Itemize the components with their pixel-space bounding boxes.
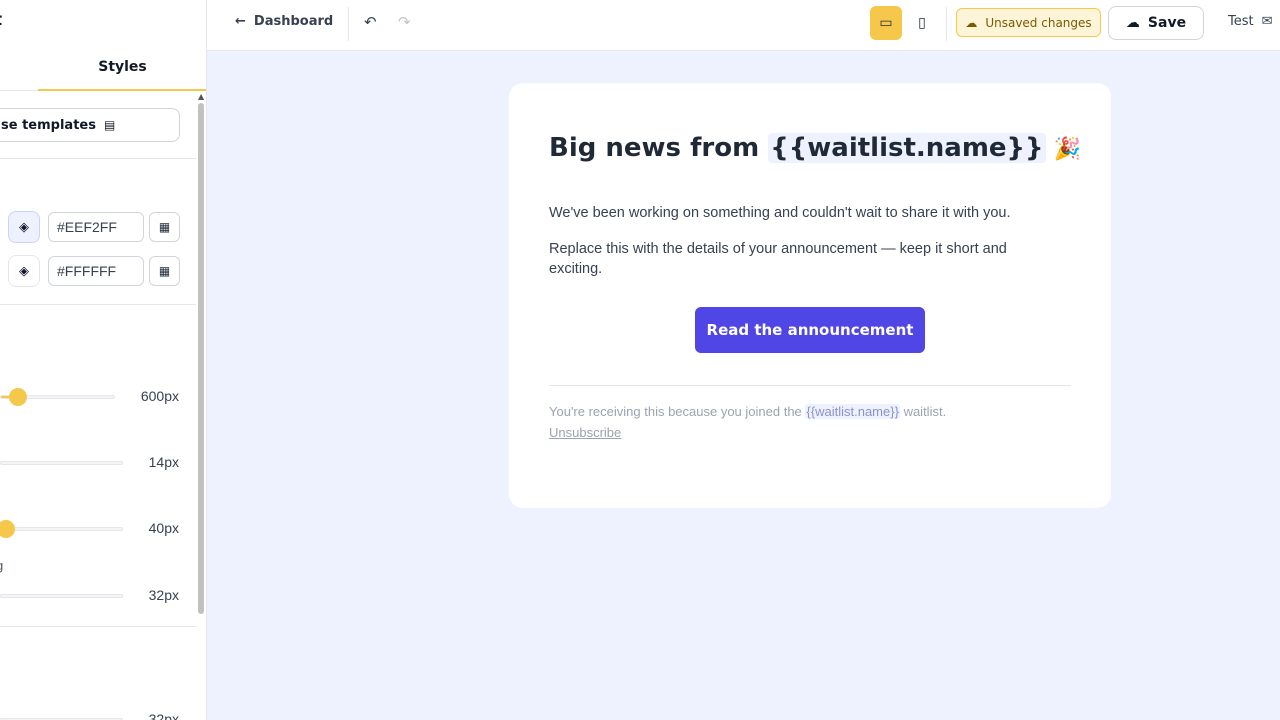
content-color-row: ◈ ▦	[0, 255, 196, 287]
arrow-left-icon: ←	[235, 14, 246, 29]
section-divider	[0, 626, 196, 627]
save-button[interactable]: ☁ Save	[1108, 6, 1204, 40]
transparent-checker-icon[interactable]: ▦	[149, 256, 180, 286]
email-heading[interactable]: Big news from {{waitlist.name}} 🎉	[549, 133, 1081, 163]
transparent-checker-icon[interactable]: ▦	[149, 212, 180, 242]
back-to-dashboard-link[interactable]: ← Dashboard	[235, 14, 333, 29]
party-popper-icon: 🎉	[1053, 137, 1081, 162]
slider-value: 40px	[148, 520, 179, 536]
slider-track[interactable]	[0, 527, 123, 531]
cloud-off-icon: ☁	[965, 15, 978, 30]
email-divider	[549, 385, 1071, 386]
radius-slider[interactable]: 32px	[0, 708, 196, 720]
font-size-slider[interactable]: 14px	[0, 451, 196, 475]
desktop-preview-button[interactable]: ▭	[870, 6, 902, 40]
cloud-upload-icon: ☁	[1125, 15, 1140, 31]
footer-suffix: waitlist.	[903, 404, 947, 419]
merge-tag: {{waitlist.name}}	[768, 133, 1046, 163]
scroll-up-icon[interactable]: ▲	[198, 92, 204, 101]
unsaved-label: Unsaved changes	[985, 15, 1092, 30]
back-link-label: Dashboard	[253, 14, 334, 29]
sidebar-tabs: Styles	[0, 44, 206, 91]
scroll-thumb[interactable]	[198, 103, 204, 614]
footer-merge-tag: {{waitlist.name}}	[805, 404, 900, 419]
unsubscribe-link[interactable]: Unsubscribe	[549, 425, 621, 440]
unsaved-changes-badge: ☁ Unsaved changes	[956, 8, 1101, 37]
toolbar-divider	[946, 7, 947, 41]
templates-button-label: se templates	[1, 117, 96, 133]
heading-prefix: Big news from	[549, 133, 760, 163]
footer-prefix: You're receiving this because you joined…	[549, 404, 802, 419]
slider-track[interactable]	[0, 594, 123, 598]
mobile-preview-button[interactable]: ▯	[906, 6, 938, 40]
email-preview-card: Big news from {{waitlist.name}} 🎉 We've b…	[509, 83, 1111, 508]
send-test-button[interactable]: Test ✉	[1228, 14, 1273, 29]
email-paragraph[interactable]: We've been working on something and coul…	[549, 203, 1049, 223]
padding-slider[interactable]: 40px	[0, 517, 196, 541]
paint-bucket-icon[interactable]: ◈	[8, 255, 40, 287]
paint-bucket-icon[interactable]: ◈	[8, 211, 40, 243]
phone-icon: ▯	[918, 15, 926, 31]
undo-icon[interactable]: ↶	[364, 13, 377, 31]
template-icon: ▤	[103, 118, 116, 132]
toolbar-divider	[348, 7, 349, 41]
email-footer[interactable]: You're receiving this because you joined…	[549, 401, 1069, 443]
styles-sidebar: t Styles se templates ▤ ◈ ▦ ◈ ▦ 600px 14…	[0, 0, 207, 720]
slider-value: 14px	[148, 454, 179, 470]
slider-knob[interactable]	[0, 520, 15, 538]
slider-value: 32px	[148, 587, 179, 603]
section-divider	[0, 158, 196, 159]
slider-value: 600px	[140, 388, 179, 404]
background-color-row: ◈ ▦	[0, 211, 196, 243]
tab-styles[interactable]: Styles	[38, 44, 206, 91]
mail-icon: ✉	[1261, 14, 1273, 29]
slider-value: 32px	[148, 711, 179, 720]
slider-knob[interactable]	[9, 388, 27, 406]
background-color-input[interactable]	[48, 212, 144, 242]
save-label: Save	[1147, 15, 1187, 31]
spacing-slider[interactable]: 32px	[0, 584, 196, 608]
editor-toolbar: ← Dashboard ↶ ↷ ▭ ▯ ☁ Unsaved changes ☁ …	[207, 0, 1280, 51]
cta-button[interactable]: Read the announcement	[695, 307, 925, 353]
redo-icon[interactable]: ↷	[398, 13, 411, 31]
monitor-icon: ▭	[879, 15, 893, 31]
section-divider	[0, 304, 196, 305]
slider-label: g	[0, 558, 3, 573]
sidebar-title: t	[0, 10, 2, 30]
sidebar-scrollbar[interactable]: ▲	[197, 92, 206, 720]
slider-track[interactable]	[0, 461, 123, 465]
email-paragraph[interactable]: Replace this with the details of your an…	[549, 239, 1049, 279]
content-color-input[interactable]	[48, 256, 144, 286]
width-slider[interactable]: 600px	[0, 385, 196, 409]
browse-templates-button[interactable]: se templates ▤	[0, 108, 180, 142]
test-label: Test	[1228, 14, 1254, 29]
